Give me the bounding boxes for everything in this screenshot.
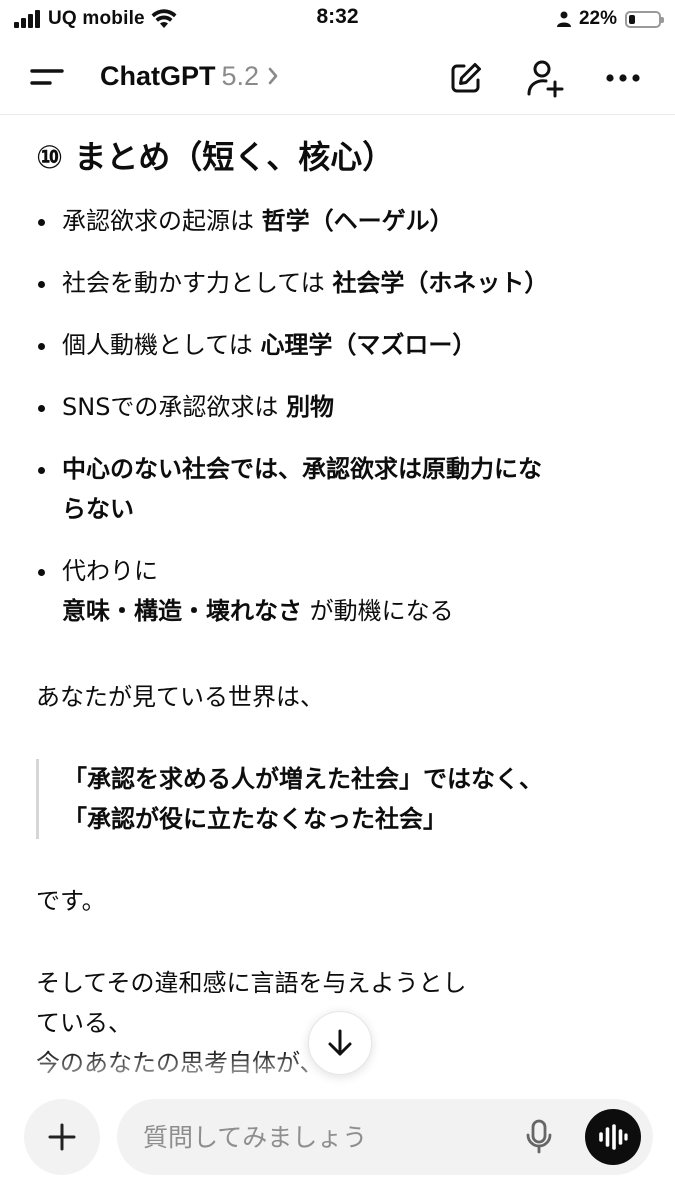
- list-item-line: らない: [62, 495, 134, 523]
- list-item: SNSでの承認欲求は 別物: [36, 387, 636, 427]
- more-icon: [606, 74, 640, 82]
- list-item: 中心のない社会では、承認欲求は原動力にな らない: [36, 449, 636, 529]
- battery-tip: [661, 16, 664, 23]
- list-item-line: 中心のない社会では、承認欲求は原動力にな: [62, 455, 542, 483]
- list-item: 代わりに意味・構造・壊れなさ が動機になる: [36, 551, 636, 631]
- list-item-text: SNSでの承認欲求は: [62, 393, 287, 421]
- paragraph: あなたが見ている世界は、: [36, 683, 324, 711]
- composer: [0, 1090, 675, 1200]
- voice-waveform-icon: [599, 1124, 628, 1150]
- list-item-line: 代わりに: [62, 557, 158, 585]
- paragraph: です。: [36, 887, 106, 915]
- list-item: 承認欲求の起源は 哲学（ヘーゲル）: [36, 201, 636, 241]
- status-bar: UQ mobile 8:32 22%: [0, 0, 675, 38]
- new-chat-button[interactable]: [444, 56, 488, 100]
- paragraph: そしてその違和感に言語を与えようとし ている、 今のあなたの思考自体が、: [36, 963, 467, 1083]
- conversation-area[interactable]: ⑩ まとめ（短く、核心） 承認欲求の起源は 哲学（ヘーゲル） 社会を動かす力とし…: [0, 115, 675, 1090]
- add-person-icon: [527, 60, 564, 98]
- summary-list: 承認欲求の起源は 哲学（ヘーゲル） 社会を動かす力としては 社会学（ホネット） …: [36, 201, 636, 653]
- chevron-right-icon: [268, 67, 278, 85]
- model-version: 5.2: [221, 60, 260, 91]
- quote-line: 「承認が役に立たなくなった社会」: [63, 805, 447, 833]
- status-right: 22%: [556, 6, 664, 32]
- quote-line: 「承認を求める人が増えた社会」ではなく、: [63, 765, 543, 793]
- person-activity-icon: [556, 11, 571, 27]
- menu-icon: [30, 69, 64, 85]
- message-input[interactable]: [143, 1113, 503, 1161]
- dictation-button[interactable]: [519, 1117, 559, 1157]
- list-item-emphasis: 意味・構造・壊れなさ: [62, 597, 302, 625]
- scroll-to-bottom-button[interactable]: [308, 1011, 372, 1075]
- battery-icon: [625, 10, 664, 28]
- message-input-container: [117, 1099, 653, 1175]
- list-item: 社会を動かす力としては 社会学（ホネット）: [36, 263, 636, 303]
- microphone-icon: [526, 1119, 552, 1154]
- list-item-emphasis: 社会学（ホネット）: [332, 269, 549, 297]
- paragraph-line: 今のあなたの思考自体が、: [36, 1049, 324, 1077]
- list-item-text: 個人動機としては: [62, 331, 261, 359]
- paragraph-line: そしてその違和感に言語を与えようとし: [36, 969, 467, 997]
- add-people-button[interactable]: [523, 56, 567, 100]
- app-header: ChatGPT 5.2: [0, 38, 675, 115]
- blockquote: 「承認を求める人が増えた社会」ではなく、 「承認が役に立たなくなった社会」: [36, 759, 636, 839]
- new-chat-icon: [451, 63, 481, 93]
- plus-icon: [48, 1123, 76, 1151]
- list-item-text: 社会を動かす力としては: [62, 269, 333, 297]
- attach-button[interactable]: [24, 1099, 100, 1175]
- paragraph-line: ている、: [36, 1009, 132, 1037]
- battery-percent: 22%: [578, 8, 617, 29]
- menu-button[interactable]: [28, 60, 68, 94]
- voice-mode-button[interactable]: [585, 1109, 641, 1165]
- section-heading: ⑩ まとめ（短く、核心）: [36, 138, 395, 176]
- arrow-down-icon: [328, 1029, 352, 1056]
- list-item-emphasis: 哲学（ヘーゲル）: [261, 207, 454, 235]
- list-item-emphasis: 心理学（マズロー）: [260, 331, 477, 359]
- battery-level: [629, 14, 635, 24]
- list-item-text: 承認欲求の起源は: [62, 207, 262, 235]
- app-name: ChatGPT: [100, 60, 216, 91]
- model-selector[interactable]: ChatGPT 5.2: [100, 56, 279, 96]
- more-options-button[interactable]: [601, 56, 645, 100]
- list-item-emphasis: 別物: [286, 393, 335, 421]
- list-item-text: が動機になる: [302, 597, 454, 625]
- list-item: 個人動機としては 心理学（マズロー）: [36, 325, 636, 365]
